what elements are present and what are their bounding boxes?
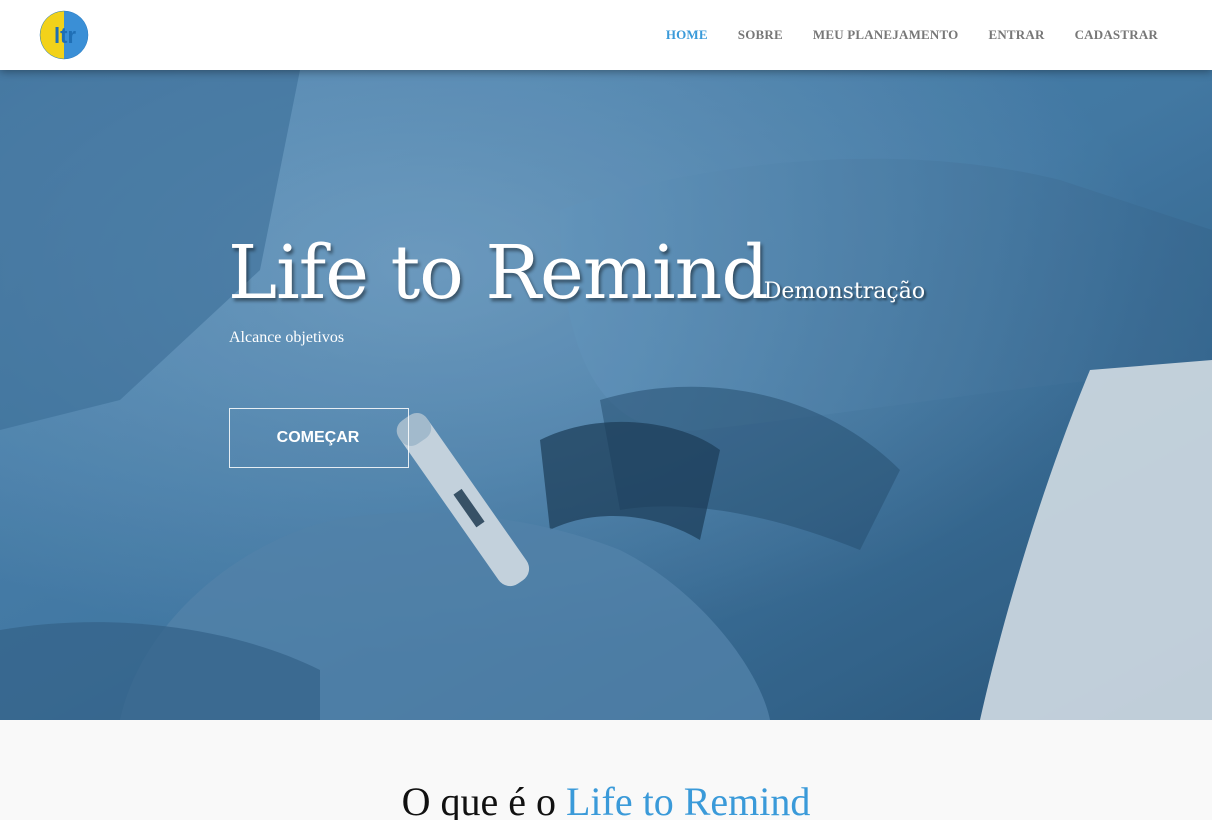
section-title: O que é o Life to Remind: [0, 778, 1212, 820]
ltr-logo-icon[interactable]: ltr: [38, 10, 90, 60]
hero-demo-badge: Demonstração: [763, 279, 926, 304]
hero-heading: Life to RemindDemonstração: [228, 230, 925, 316]
hero-background-image: [0, 70, 1212, 720]
nav-sobre-link[interactable]: SOBRE: [738, 27, 783, 43]
main-nav: HOME SOBRE MEU PLANEJAMENTO ENTRAR CADAS…: [636, 0, 1158, 70]
section-title-accent: Life to Remind: [566, 779, 811, 820]
nav-entrar-link[interactable]: ENTRAR: [988, 27, 1044, 43]
top-navbar: ltr HOME SOBRE MEU PLANEJAMENTO ENTRAR C…: [0, 0, 1212, 70]
section-title-prefix: O que é o: [401, 779, 566, 820]
about-section: O que é o Life to Remind: [0, 720, 1212, 820]
hero-title: Life to Remind: [228, 230, 769, 316]
svg-text:ltr: ltr: [54, 23, 76, 48]
nav-meu-planejamento-link[interactable]: MEU PLANEJAMENTO: [813, 27, 959, 43]
hero-tagline: Alcance objetivos: [229, 329, 345, 346]
nav-home-link[interactable]: HOME: [666, 27, 708, 43]
nav-cadastrar-link[interactable]: CADASTRAR: [1075, 27, 1158, 43]
hero-section: Life to RemindDemonstração Alcance objet…: [0, 70, 1212, 720]
comecar-button[interactable]: COMEÇAR: [229, 408, 409, 468]
